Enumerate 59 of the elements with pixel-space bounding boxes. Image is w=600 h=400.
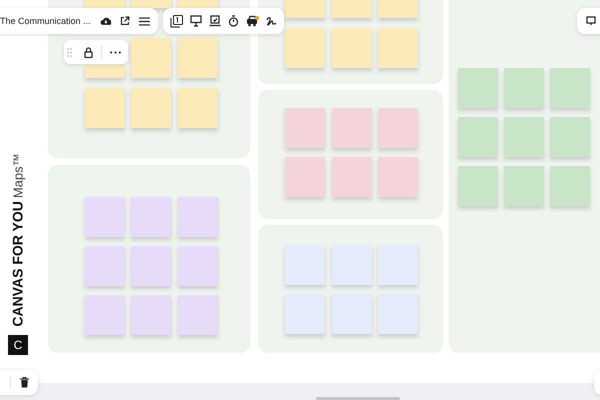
sticky-note[interactable] [285, 157, 325, 197]
sticky-note[interactable] [178, 88, 218, 128]
signature-icon[interactable] [266, 16, 277, 26]
sticky-note[interactable] [131, 246, 171, 286]
sticky-note[interactable] [504, 68, 544, 108]
sticky-note[interactable] [458, 68, 498, 108]
external-link-icon[interactable] [120, 16, 130, 26]
sticky-note[interactable] [332, 28, 372, 68]
sticky-note[interactable] [131, 88, 171, 128]
vehicle-icon[interactable] [246, 15, 259, 27]
menu-icon[interactable] [139, 16, 150, 26]
present-button[interactable] [577, 8, 600, 34]
pages-icon[interactable] [170, 14, 184, 28]
presentation-icon[interactable] [190, 15, 202, 27]
sticky-note[interactable] [85, 65, 125, 78]
scrollbar-thumb[interactable] [316, 397, 400, 400]
sticky-note[interactable] [332, 108, 372, 148]
sticky-note[interactable] [378, 294, 418, 334]
sticky-note[interactable] [178, 246, 218, 286]
sticky-note[interactable] [378, 108, 418, 148]
sticky-note[interactable] [458, 117, 498, 157]
lock-icon[interactable] [84, 46, 93, 58]
sticky-note[interactable] [550, 117, 590, 157]
drag-handle-icon[interactable] [67, 48, 72, 56]
sticky-note[interactable] [285, 28, 325, 68]
sticky-note[interactable] [550, 68, 590, 108]
cloud-icon[interactable] [100, 16, 112, 26]
brand-suffix: Maps™ [10, 153, 26, 198]
sticky-note[interactable] [285, 108, 325, 148]
sticky-note[interactable] [131, 38, 171, 78]
sticky-note[interactable] [285, 245, 325, 285]
more-icon[interactable] [110, 50, 121, 54]
sticky-note[interactable] [550, 166, 590, 206]
brand-logo: C [8, 335, 28, 355]
sticky-note[interactable] [178, 295, 218, 335]
sticky-note[interactable] [458, 166, 498, 206]
sticky-note[interactable] [332, 157, 372, 197]
brand-name: CANVAS FOR YOU [8, 201, 26, 327]
sticky-note[interactable] [285, 294, 325, 334]
monitor-icon [586, 16, 596, 26]
sticky-note[interactable] [378, 157, 418, 197]
sticky-note[interactable] [85, 295, 125, 335]
sticky-note[interactable] [332, 245, 372, 285]
sticky-note[interactable] [504, 166, 544, 206]
sticky-note[interactable] [378, 245, 418, 285]
sticky-note[interactable] [85, 88, 125, 128]
sticky-note[interactable] [85, 197, 125, 237]
sticky-note[interactable] [178, 197, 218, 237]
sticky-note[interactable] [332, 294, 372, 334]
sticky-note[interactable] [178, 38, 218, 78]
stopwatch-icon[interactable] [228, 15, 239, 27]
sticky-note[interactable] [131, 197, 171, 237]
trash-icon[interactable] [20, 377, 29, 388]
laptop-icon[interactable] [209, 15, 222, 27]
sticky-note[interactable] [85, 246, 125, 286]
sticky-note[interactable] [504, 117, 544, 157]
sticky-note[interactable] [378, 28, 418, 68]
board-title[interactable]: The Communication ... [0, 15, 91, 27]
sticky-note[interactable] [131, 295, 171, 335]
